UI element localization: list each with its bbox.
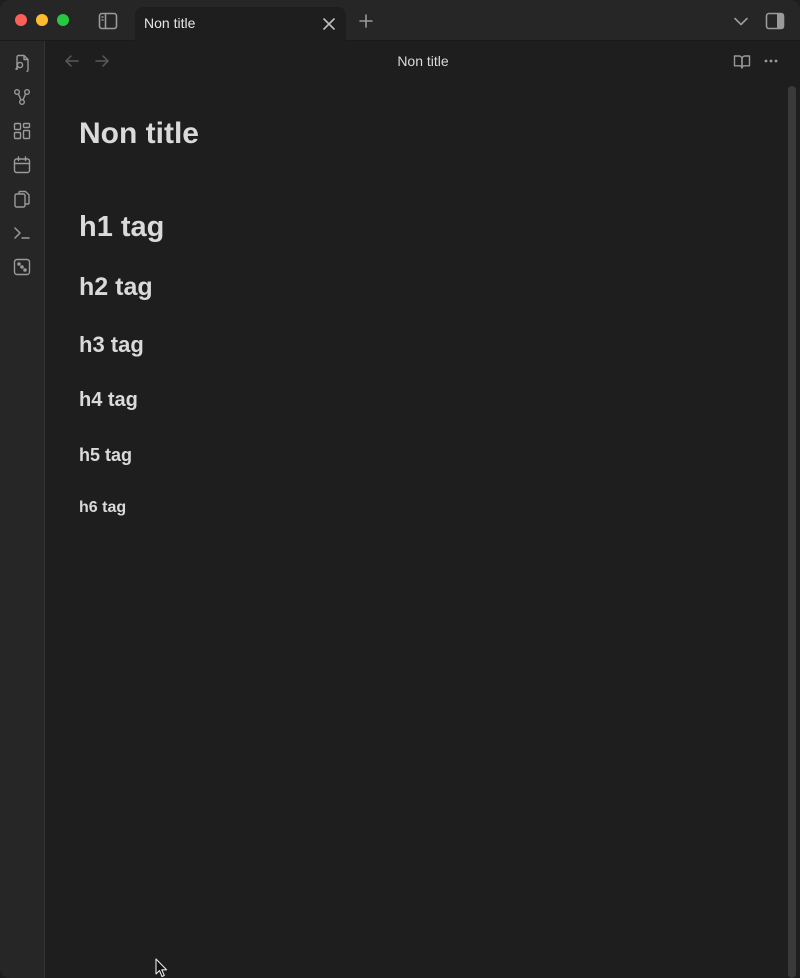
tab-active[interactable]: Non title [135,7,346,41]
more-horizontal-icon [764,59,778,63]
heading-2[interactable]: h2 tag [79,273,153,302]
graph-view-icon [14,89,30,105]
editor-content[interactable]: Non title h1 tag h2 tag h3 tag h4 tag h5… [46,81,784,978]
ribbon-templates-button[interactable] [11,188,33,210]
search-icon [15,54,29,72]
scrollbar-thumb[interactable] [788,86,796,978]
title-bar: Non title [0,0,800,41]
book-open-icon [733,54,751,69]
calendar-icon [13,156,31,174]
window-zoom-button[interactable] [57,14,69,26]
left-ribbon [0,41,45,978]
heading-6[interactable]: h6 tag [79,499,126,517]
templates-icon [14,190,30,208]
sidebar-right-icon [765,12,785,30]
view-header: Non title [46,41,800,81]
tab-list-button[interactable] [731,11,751,31]
chevron-down-icon [734,17,748,25]
editor-scrollbar[interactable] [784,82,800,978]
ribbon-daily-note-button[interactable] [11,154,33,176]
app-window: Non title Non title Non title h1 tag h2 … [0,0,800,978]
heading-1[interactable]: h1 tag [79,211,164,244]
sidebar-icon [98,12,118,30]
ribbon-random-note-button[interactable] [11,256,33,278]
view-header-title[interactable]: Non title [46,53,800,69]
more-options-button[interactable] [761,51,781,71]
new-tab-button[interactable] [355,10,377,32]
tab-close-button[interactable] [320,15,338,33]
ribbon-search-button[interactable] [11,52,33,74]
plus-icon [359,14,373,28]
window-close-button[interactable] [15,14,27,26]
heading-5[interactable]: h5 tag [79,445,132,466]
heading-4[interactable]: h4 tag [79,389,138,412]
mouse-cursor-icon [155,958,168,978]
canvas-icon [13,122,31,140]
ribbon-command-palette-button[interactable] [11,222,33,244]
inline-title[interactable]: Non title [79,117,199,151]
reading-view-button[interactable] [732,51,752,71]
close-icon [323,18,335,30]
command-palette-icon [14,227,30,239]
ribbon-graph-button[interactable] [11,86,33,108]
left-sidebar-toggle-button[interactable] [96,10,120,32]
random-note-icon [13,258,31,276]
right-sidebar-toggle-button[interactable] [763,10,787,32]
heading-3[interactable]: h3 tag [79,332,144,358]
ribbon-canvas-button[interactable] [11,120,33,142]
window-minimize-button[interactable] [36,14,48,26]
tab-title: Non title [144,15,196,31]
